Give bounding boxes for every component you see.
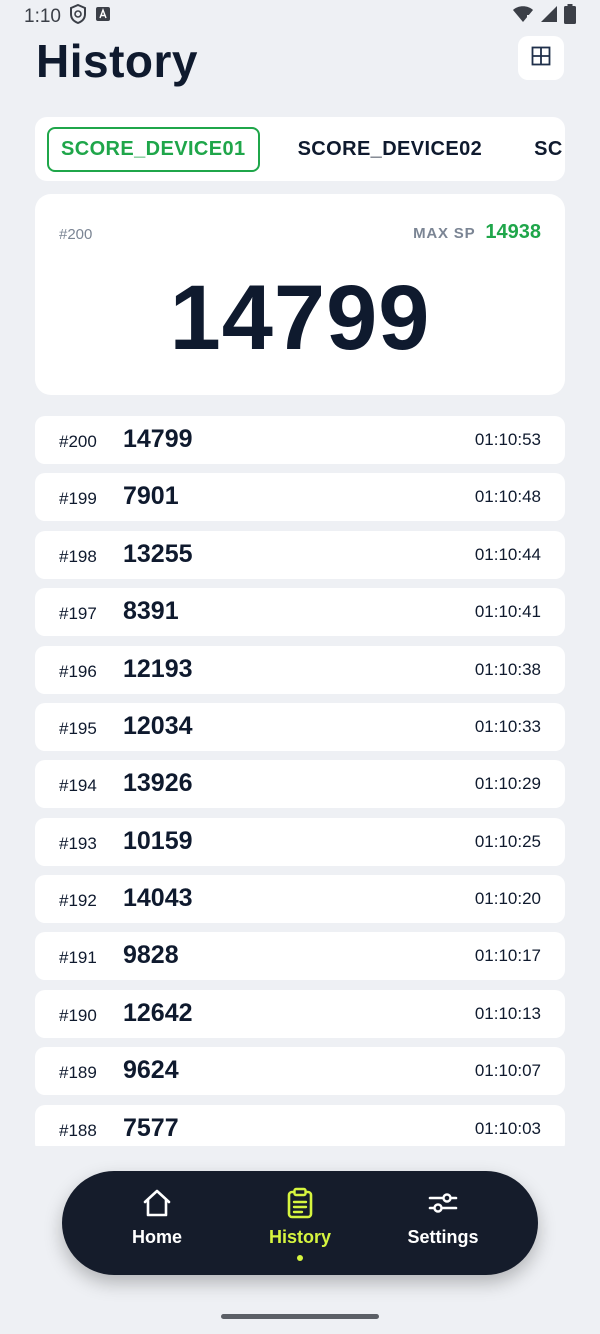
battery-icon (564, 4, 576, 30)
row-id: #196 (59, 662, 97, 681)
history-row[interactable]: #192 14043 01:10:20 (35, 875, 565, 923)
row-id: #193 (59, 834, 97, 853)
history-row[interactable]: #193 10159 01:10:25 (35, 818, 565, 866)
tab-score-device03[interactable]: SC (520, 127, 565, 172)
row-score: 7901 (123, 482, 179, 510)
row-id: #200 (59, 432, 97, 451)
history-list[interactable]: #200 14799 01:10:53 #199 7901 01:10:48 #… (35, 416, 565, 1146)
row-time: 01:10:53 (474, 430, 541, 449)
history-row[interactable]: #188 7577 01:10:03 (35, 1105, 565, 1146)
row-time: 01:10:17 (474, 946, 541, 965)
status-time: 1:10 (24, 6, 61, 27)
row-id: #194 (59, 776, 97, 795)
history-row[interactable]: #189 9624 01:10:07 (35, 1047, 565, 1095)
row-score: 12034 (123, 712, 193, 740)
history-row[interactable]: #195 12034 01:10:33 (35, 703, 565, 751)
row-score: 14043 (123, 884, 193, 912)
clipboard-icon (284, 1187, 316, 1219)
home-indicator[interactable] (221, 1314, 379, 1319)
page-title: History (36, 35, 198, 87)
grid-view-button[interactable] (518, 36, 564, 80)
history-row[interactable]: #190 12642 01:10:13 (35, 990, 565, 1038)
row-id: #195 (59, 719, 97, 738)
font-a-icon (95, 6, 111, 28)
row-time: 01:10:20 (474, 889, 541, 908)
row-id: #199 (59, 489, 97, 508)
bottom-nav: Home History Settings (62, 1171, 538, 1275)
row-score: 9828 (123, 941, 179, 969)
row-time: 01:10:13 (474, 1004, 541, 1023)
shield-icon (69, 3, 87, 30)
row-time: 01:10:03 (474, 1119, 541, 1138)
status-left: 1:10 (24, 3, 111, 30)
row-time: 01:10:07 (474, 1061, 541, 1080)
device-tabs: SCORE_DEVICE01 SCORE_DEVICE02 SC (35, 117, 565, 181)
active-indicator-dot (297, 1255, 303, 1261)
history-row[interactable]: #197 8391 01:10:41 (35, 588, 565, 636)
row-time: 01:10:38 (474, 660, 541, 679)
row-id: #197 (59, 604, 97, 623)
history-row[interactable]: #200 14799 01:10:53 (35, 416, 565, 464)
signal-icon (540, 5, 558, 29)
nav-history-label: History (268, 1227, 331, 1247)
history-row[interactable]: #199 7901 01:10:48 (35, 473, 565, 521)
status-right (512, 4, 576, 30)
wifi-icon (512, 5, 534, 29)
row-time: 01:10:44 (474, 545, 541, 564)
row-id: #192 (59, 891, 97, 910)
home-icon (141, 1187, 173, 1219)
history-row[interactable]: #191 9828 01:10:17 (35, 932, 565, 980)
row-time: 01:10:33 (474, 717, 541, 736)
current-score: 14799 (169, 267, 431, 369)
row-time: 01:10:41 (474, 602, 541, 621)
row-score: 12193 (123, 655, 193, 683)
tab-score-device02[interactable]: SCORE_DEVICE02 (284, 127, 497, 172)
row-id: #198 (59, 547, 97, 566)
row-score: 8391 (123, 597, 179, 625)
row-score: 13926 (123, 769, 193, 797)
nav-history[interactable]: History (225, 1171, 375, 1275)
tab-score-device01[interactable]: SCORE_DEVICE01 (47, 126, 260, 172)
row-id: #191 (59, 948, 97, 967)
row-time: 01:10:25 (474, 832, 541, 851)
history-row[interactable]: #196 12193 01:10:38 (35, 646, 565, 694)
row-time: 01:10:48 (474, 487, 541, 506)
nav-home[interactable]: Home (82, 1171, 232, 1275)
nav-settings-label: Settings (407, 1227, 479, 1247)
row-id: #188 (59, 1121, 97, 1140)
row-time: 01:10:29 (474, 774, 541, 793)
nav-home-label: Home (131, 1227, 182, 1247)
row-score: 13255 (123, 540, 193, 568)
history-row[interactable]: #198 13255 01:10:44 (35, 531, 565, 579)
nav-settings[interactable]: Settings (368, 1171, 518, 1275)
summary-id: #200 (59, 226, 93, 243)
row-id: #190 (59, 1006, 97, 1025)
sliders-icon (427, 1187, 459, 1219)
max-sp: MAX SP 14938 (413, 221, 541, 244)
max-sp-label: MAX SP (413, 225, 476, 242)
row-score: 14799 (123, 425, 193, 453)
row-score: 10159 (123, 827, 193, 855)
summary-card: #200 MAX SP 14938 14799 (35, 194, 565, 395)
row-id: #189 (59, 1063, 97, 1082)
row-score: 7577 (123, 1114, 179, 1142)
status-bar: 1:10 (0, 0, 600, 34)
max-sp-value: 14938 (485, 221, 541, 243)
history-row[interactable]: #194 13926 01:10:29 (35, 760, 565, 808)
row-score: 12642 (123, 999, 193, 1027)
grid-icon (531, 46, 551, 71)
row-score: 9624 (123, 1056, 179, 1084)
